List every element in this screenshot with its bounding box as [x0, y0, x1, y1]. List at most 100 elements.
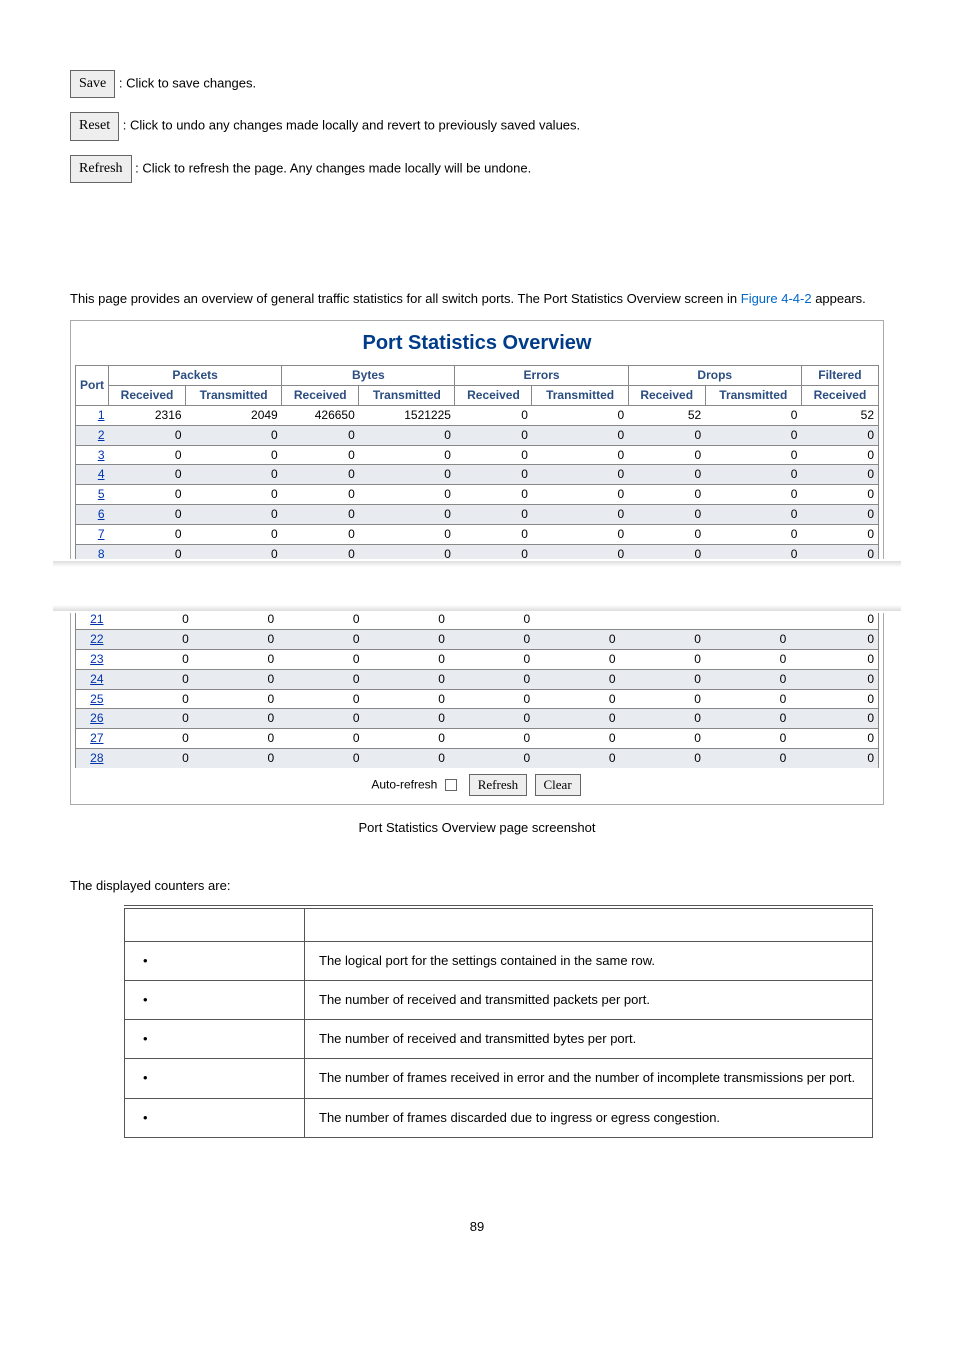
stat-cell: 0 [282, 485, 359, 505]
table-row: 28000000000 [76, 748, 879, 767]
stat-cell: 0 [705, 485, 801, 505]
stat-cell: 0 [790, 630, 878, 650]
counter-row: The logical port for the settings contai… [125, 941, 873, 980]
stat-cell: 0 [364, 630, 449, 650]
stat-cell: 0 [628, 485, 705, 505]
stat-cell: 0 [628, 544, 705, 563]
stat-cell: 0 [705, 649, 790, 669]
col-errors: Errors [455, 366, 628, 386]
stat-cell: 0 [534, 669, 619, 689]
stat-cell: 0 [186, 524, 282, 544]
stat-cell: 0 [534, 689, 619, 709]
port-link[interactable]: 25 [76, 689, 108, 709]
port-link[interactable]: 7 [76, 524, 109, 544]
port-link[interactable]: 3 [76, 445, 109, 465]
stat-cell: 0 [532, 524, 628, 544]
stat-cell: 0 [532, 485, 628, 505]
screenshot-refresh-button[interactable]: Refresh [469, 774, 527, 796]
stat-cell: 0 [109, 524, 186, 544]
stat-cell: 0 [449, 610, 534, 630]
stat-cell: 0 [109, 544, 186, 563]
col-filtered: Filtered [801, 366, 878, 386]
stat-cell: 0 [449, 748, 534, 767]
port-link[interactable]: 22 [76, 630, 108, 650]
stat-cell: 1521225 [359, 405, 455, 425]
stat-cell: 0 [455, 425, 532, 445]
port-link[interactable]: 28 [76, 748, 108, 767]
counter-row: The number of frames received in error a… [125, 1059, 873, 1098]
col-port: Port [76, 366, 109, 406]
port-link[interactable]: 4 [76, 465, 109, 485]
save-button[interactable]: Save [70, 70, 115, 98]
stat-cell: 0 [108, 630, 193, 650]
screenshot-clear-button[interactable]: Clear [535, 774, 581, 796]
stats-table-bottom: 2100000022000000000230000000002400000000… [75, 609, 879, 767]
col-bytes-rx: Received [282, 386, 359, 406]
stat-cell: 0 [193, 709, 278, 729]
stat-cell: 0 [193, 630, 278, 650]
table-row: 25000000000 [76, 689, 879, 709]
stat-cell: 0 [282, 544, 359, 563]
stat-cell: 0 [705, 425, 801, 445]
stat-cell: 0 [705, 748, 790, 767]
paper-gap [63, 559, 891, 613]
reset-button[interactable]: Reset [70, 112, 119, 140]
table-row: 23000000000 [76, 649, 879, 669]
counter-desc: The number of received and transmitted b… [305, 1020, 873, 1059]
counter-row: The number of received and transmitted b… [125, 1020, 873, 1059]
stat-cell: 0 [532, 504, 628, 524]
counter-desc: The logical port for the settings contai… [305, 941, 873, 980]
port-link[interactable]: 1 [76, 405, 109, 425]
counter-term [125, 1059, 305, 1098]
port-link[interactable]: 2 [76, 425, 109, 445]
port-link[interactable]: 6 [76, 504, 109, 524]
table-row: 21000000 [76, 610, 879, 630]
stat-cell: 0 [449, 669, 534, 689]
stat-cell: 0 [628, 425, 705, 445]
port-link[interactable]: 27 [76, 729, 108, 749]
port-link[interactable]: 24 [76, 669, 108, 689]
port-link[interactable]: 8 [76, 544, 109, 563]
stat-cell: 0 [620, 649, 705, 669]
col-drops-rx: Received [628, 386, 705, 406]
stat-cell: 0 [534, 630, 619, 650]
stat-cell: 0 [628, 465, 705, 485]
stat-cell: 0 [359, 445, 455, 465]
refresh-line: Refresh : Click to refresh the page. Any… [70, 155, 884, 183]
col-packets: Packets [109, 366, 282, 386]
figure-link[interactable]: Figure 4-4-2 [741, 291, 812, 306]
stat-cell: 52 [801, 405, 878, 425]
stat-cell: 0 [705, 465, 801, 485]
stat-cell: 0 [108, 729, 193, 749]
stat-cell: 0 [193, 669, 278, 689]
stat-cell: 0 [193, 610, 278, 630]
stat-cell: 0 [186, 544, 282, 563]
port-link[interactable]: 26 [76, 709, 108, 729]
col-bytes-tx: Transmitted [359, 386, 455, 406]
stat-cell: 0 [278, 689, 363, 709]
stat-cell: 426650 [282, 405, 359, 425]
auto-refresh-checkbox[interactable] [445, 779, 457, 791]
intro-before: This page provides an overview of genera… [70, 291, 741, 306]
stat-cell: 0 [455, 524, 532, 544]
stat-cell: 0 [705, 669, 790, 689]
port-link[interactable]: 5 [76, 485, 109, 505]
counters-header-term [125, 907, 305, 941]
port-link[interactable]: 23 [76, 649, 108, 669]
stat-cell: 0 [534, 709, 619, 729]
stat-cell: 0 [278, 748, 363, 767]
table-row: 3000000000 [76, 445, 879, 465]
port-link[interactable]: 21 [76, 610, 108, 630]
stat-cell: 0 [705, 729, 790, 749]
stat-cell: 0 [532, 425, 628, 445]
stats-table: Port Packets Bytes Errors Drops Filtered… [75, 365, 879, 563]
stat-cell: 0 [109, 465, 186, 485]
table-row: 2000000000 [76, 425, 879, 445]
counter-desc: The number of frames discarded due to in… [305, 1098, 873, 1137]
table-row: 22000000000 [76, 630, 879, 650]
refresh-button[interactable]: Refresh [70, 155, 132, 183]
stat-cell: 0 [364, 669, 449, 689]
stat-cell: 0 [186, 504, 282, 524]
stat-cell: 0 [532, 544, 628, 563]
counter-row: The number of received and transmitted p… [125, 980, 873, 1019]
